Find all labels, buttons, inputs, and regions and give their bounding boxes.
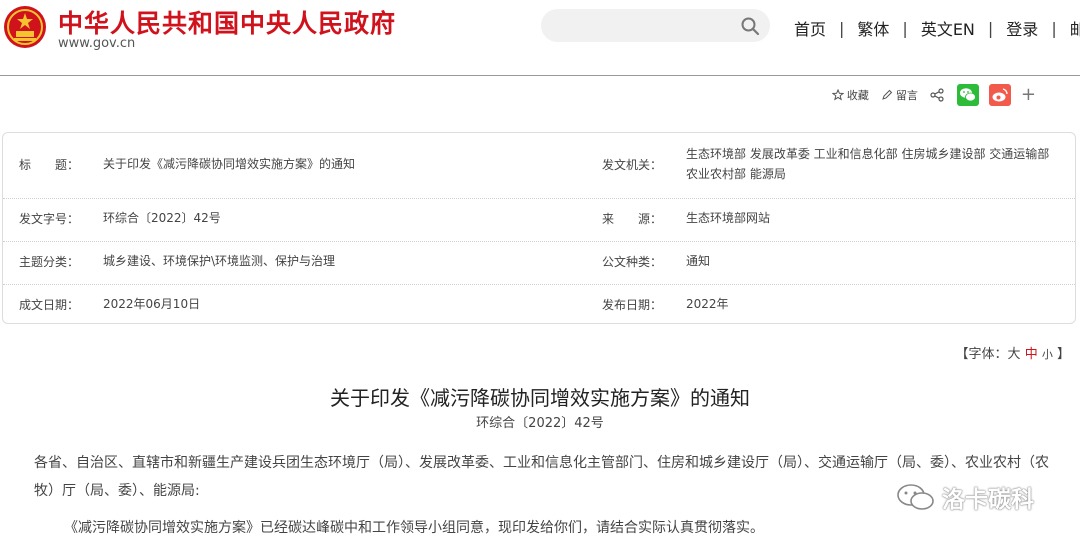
article-doc-number: 环综合〔2022〕42号	[476, 416, 604, 431]
source-value: 生态环境部网站	[686, 211, 771, 225]
docno-value: 环综合〔2022〕42号	[103, 211, 221, 225]
weibo-icon	[992, 88, 1008, 102]
search-input[interactable]	[541, 9, 770, 42]
top-nav: 首页 | 繁体 | 英文EN | 登录 | 邮箱	[794, 16, 1080, 40]
nav-separator: |	[839, 18, 845, 38]
title-value: 关于印发《减污降碳协同增效实施方案》的通知	[103, 157, 356, 171]
favorite-button[interactable]: 收藏	[831, 87, 869, 103]
national-emblem-icon[interactable]	[2, 4, 48, 50]
nav-english[interactable]: 英文EN	[921, 16, 975, 40]
font-size-prefix: 【字体：	[955, 347, 1008, 362]
font-size-small[interactable]: 小	[1042, 348, 1053, 361]
share-button[interactable]	[930, 88, 947, 102]
info-row: 成文日期： 2022年06月10日 发布日期： 2022年	[3, 284, 1075, 324]
issuer-value: 生态环境部 发展改革委 工业和信息化部 住房城乡建设部 交通运输部 农业农村部 …	[686, 147, 1050, 181]
font-size-medium[interactable]: 中	[1025, 347, 1038, 362]
docno-label: 发文字号：	[19, 212, 80, 226]
comment-label: 留言	[895, 89, 918, 102]
type-value: 通知	[686, 254, 711, 268]
more-share-button[interactable]: +	[1021, 86, 1036, 104]
nav-traditional[interactable]: 繁体	[857, 16, 889, 40]
nav-login[interactable]: 登录	[1006, 16, 1038, 40]
source-label: 来 源：	[602, 212, 663, 226]
site-header: 中华人民共和国中央人民政府 www.gov.cn 首页 | 繁体 | 英文EN …	[0, 0, 1080, 76]
info-row: 标 题： 关于印发《减污降碳协同增效实施方案》的通知 发文机关： 生态环境部 发…	[3, 133, 1075, 199]
nav-home[interactable]: 首页	[794, 16, 826, 40]
search-icon[interactable]	[740, 16, 760, 36]
weibo-share-button[interactable]	[988, 84, 1011, 106]
issuer-label: 发文机关：	[602, 158, 663, 172]
date-value: 2022年06月10日	[103, 297, 201, 311]
pub-date-label: 发布日期：	[602, 298, 663, 312]
nav-separator: |	[987, 18, 994, 38]
watermark-text: 洛卡碳科	[942, 487, 1034, 513]
document-info-table: 标 题： 关于印发《减污降碳协同增效实施方案》的通知 发文机关： 生态环境部 发…	[2, 132, 1076, 324]
nav-separator: |	[902, 18, 908, 38]
title-label: 标 题：	[19, 158, 80, 172]
nav-separator: |	[1051, 18, 1057, 38]
info-row: 发文字号： 环综合〔2022〕42号 来 源： 生态环境部网站	[3, 198, 1075, 242]
font-size-suffix: 】	[1056, 347, 1070, 362]
article-tools: 收藏 留言 +	[820, 84, 1036, 106]
article-paragraph: 《减污降碳协同增效实施方案》已经碳达峰碳中和工作领导小组同意，现印发给你们，请结…	[64, 520, 764, 536]
site-title[interactable]: 中华人民共和国中央人民政府	[58, 4, 396, 40]
star-icon	[831, 89, 844, 101]
wechat-share-button[interactable]	[956, 84, 979, 106]
comment-button[interactable]: 留言	[881, 87, 918, 103]
wechat-watermark-icon	[897, 484, 934, 510]
pub-date-value: 2022年	[686, 297, 729, 311]
share-icon	[930, 88, 944, 102]
topic-value: 城乡建设、环境保护\环境监测、保护与治理	[103, 254, 336, 268]
info-row: 主题分类： 城乡建设、环境保护\环境监测、保护与治理 公文种类： 通知	[3, 241, 1075, 285]
font-size-large[interactable]: 大	[1008, 347, 1021, 362]
site-url[interactable]: www.gov.cn	[58, 36, 135, 51]
favorite-label: 收藏	[846, 89, 869, 102]
type-label: 公文种类：	[602, 255, 663, 269]
watermark: 洛卡碳科	[896, 480, 1034, 514]
pencil-icon	[882, 89, 893, 100]
header-divider	[0, 75, 1080, 76]
topic-label: 主题分类：	[19, 255, 80, 269]
article-title: 关于印发《减污降碳协同增效实施方案》的通知	[330, 386, 750, 410]
nav-mail[interactable]: 邮箱	[1070, 16, 1080, 40]
wechat-icon	[959, 88, 976, 102]
font-size-switcher: 【字体：大 中 小 】	[956, 343, 1070, 362]
date-label: 成文日期：	[19, 298, 80, 312]
